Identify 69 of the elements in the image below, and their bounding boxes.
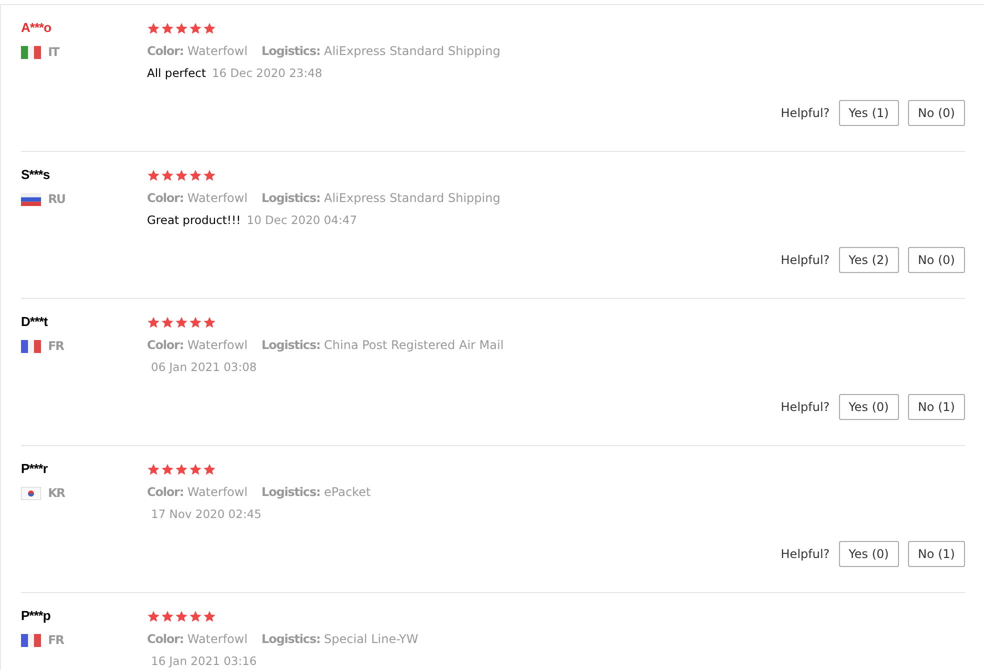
color-attribute: Color: Waterfowl [147,43,248,60]
review-date: 06 Jan 2021 03:08 [150,360,257,375]
star-icon [161,610,174,622]
star-icon [203,462,216,476]
flag-icon [21,46,41,58]
color-attribute: Color: Waterfowl [147,484,248,501]
yes-button[interactable]: Yes (0) [838,394,899,420]
star-icon [189,462,202,476]
helpful-label: Helpful? [780,253,830,267]
star-icon [147,168,160,182]
logistics-attribute: Logistics: ePacket [262,484,371,501]
star-icon [147,316,160,328]
star-icon [175,316,188,328]
logistics-attribute: Logistics: Special Line-YW [262,631,418,648]
star-icon [161,462,174,476]
review-date: 16 Dec 2020 23:48 [212,66,322,81]
helpful-label: Helpful? [780,547,830,561]
review-text: Great product!!! [147,213,241,228]
star-icon [147,462,160,476]
no-button[interactable]: No (0) [908,100,965,126]
color-attribute: Color: Waterfowl [147,190,248,207]
flag-icon [21,486,41,500]
country-code: KR [48,486,65,500]
star-icon [161,22,174,34]
star-icon [189,316,202,328]
country-code: IT [48,45,59,59]
yes-button[interactable]: Yes (1) [838,100,899,126]
helpful-label: Helpful? [780,106,830,120]
flag-icon [21,192,41,206]
star-icon [203,610,216,622]
flag-icon [21,340,41,352]
country-code: RU [48,192,65,206]
no-button[interactable]: No (1) [908,394,965,420]
reviewer-name: P***p [21,608,52,624]
review-text: All perfect [147,66,206,81]
yes-button[interactable]: Yes (2) [838,247,899,273]
color-attribute: Color: Waterfowl [147,337,248,354]
review-date: 16 Jan 2021 03:16 [150,654,257,669]
color-attribute: Color: Waterfowl [147,631,248,648]
star-icon [189,168,202,182]
country-code: FR [48,339,64,353]
star-icon [161,316,174,328]
yes-button[interactable]: Yes (0) [838,541,899,567]
reviewer-name: A***o [21,20,52,36]
star-icon [203,316,216,328]
logistics-attribute: Logistics: AliExpress Standard Shipping [262,43,500,60]
helpful-label: Helpful? [780,400,830,414]
review-date: 10 Dec 2020 04:47 [246,213,358,228]
star-icon [175,168,188,182]
star-icon [175,610,188,622]
flag-icon [21,634,41,646]
logistics-attribute: Logistics: China Post Registered Air Mail [262,337,504,354]
logistics-attribute: Logistics: AliExpress Standard Shipping [262,190,500,207]
reviewer-name: P***r [21,461,49,477]
reviewer-name: S***s [21,167,51,183]
no-button[interactable]: No (0) [908,247,965,273]
review-date: 17 Nov 2020 02:45 [150,507,262,522]
star-icon [161,168,174,182]
star-icon [203,168,216,182]
star-icon [175,22,188,34]
star-icon [189,22,202,34]
star-icon [147,610,160,622]
reviewer-name: D***t [21,314,49,330]
star-icon [147,22,160,34]
star-icon [189,610,202,622]
no-button[interactable]: No (1) [908,541,965,567]
country-code: FR [48,633,64,647]
star-icon [203,22,216,34]
star-icon [175,462,188,476]
